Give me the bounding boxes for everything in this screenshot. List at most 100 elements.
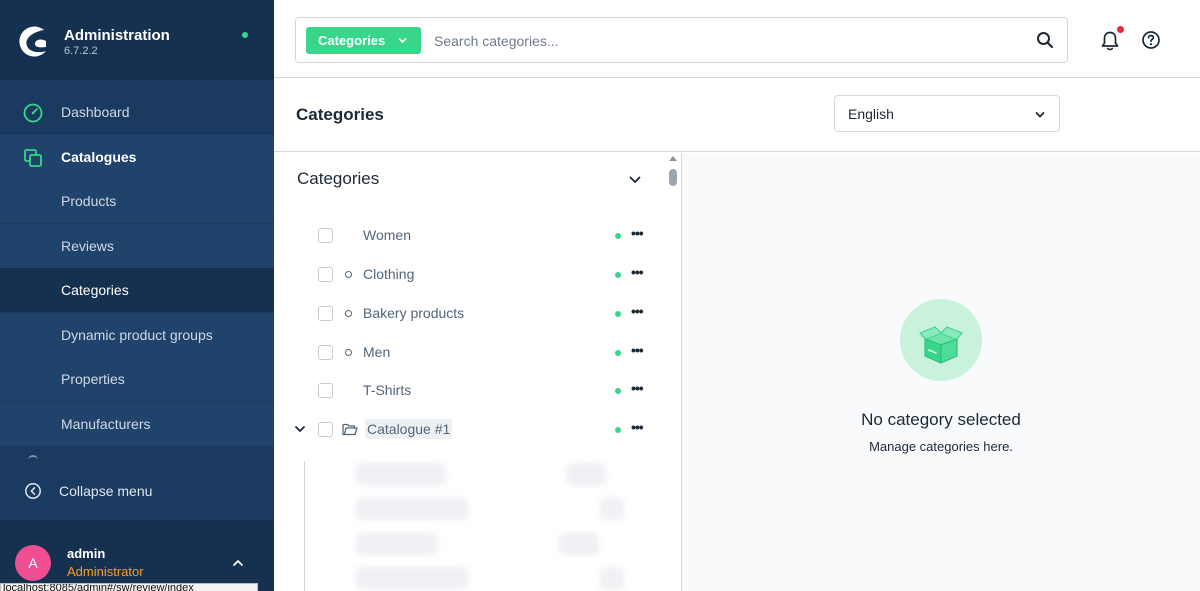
loading-placeholder bbox=[356, 567, 468, 589]
active-status-dot bbox=[615, 311, 621, 317]
tree-item-women[interactable]: Women ••• bbox=[274, 217, 664, 255]
tree-item-label: Clothing bbox=[363, 266, 415, 282]
scroll-up-arrow[interactable] bbox=[669, 156, 677, 161]
checkbox[interactable] bbox=[318, 267, 333, 282]
more-actions-button[interactable]: ••• bbox=[631, 342, 644, 358]
top-bar: Categories bbox=[274, 0, 1200, 78]
sidebar-item-label: Manufacturers bbox=[61, 416, 151, 432]
checkbox[interactable] bbox=[318, 345, 333, 360]
more-actions-button[interactable]: ••• bbox=[631, 303, 644, 319]
search-type-selector[interactable]: Categories bbox=[306, 27, 421, 54]
sidebar-item-reviews[interactable]: Reviews bbox=[0, 224, 274, 268]
tree-item-clothing[interactable]: Clothing ••• bbox=[274, 256, 664, 294]
sidebar: Administration 6.7.2.2 Dashboard Catalog… bbox=[0, 0, 274, 591]
category-tree-title: Categories bbox=[297, 169, 380, 188]
sidebar-item-categories[interactable]: Categories bbox=[0, 268, 274, 312]
sidebar-item-manufacturers[interactable]: Manufacturers bbox=[0, 402, 274, 446]
user-name: admin bbox=[67, 546, 106, 561]
sidebar-item-label: Dashboard bbox=[61, 104, 130, 120]
next-nav-item-icon bbox=[28, 455, 38, 461]
gauge-icon bbox=[23, 103, 43, 123]
loading-placeholder bbox=[356, 463, 446, 485]
checkbox[interactable] bbox=[318, 228, 333, 243]
sidebar-item-dashboard[interactable]: Dashboard bbox=[0, 90, 274, 134]
checkbox[interactable] bbox=[318, 306, 333, 321]
more-actions-button[interactable]: ••• bbox=[631, 225, 644, 241]
user-role: Administrator bbox=[67, 564, 144, 579]
sidebar-item-label: Catalogues bbox=[61, 149, 137, 165]
sidebar-item-label: Products bbox=[61, 193, 117, 209]
tree-guide-line bbox=[304, 461, 305, 591]
sidebar-item-label: Dynamic product groups bbox=[61, 327, 213, 343]
collapse-icon bbox=[25, 483, 41, 499]
sidebar-item-label: Reviews bbox=[61, 238, 114, 254]
category-tree-panel: Categories Women ••• Clothing ••• Bakery… bbox=[274, 153, 682, 591]
loading-placeholder bbox=[356, 498, 468, 520]
search-input[interactable] bbox=[434, 27, 1014, 54]
language-select-value: English bbox=[848, 105, 894, 122]
tree-item-label: Catalogue #1 bbox=[365, 419, 453, 439]
folder-open-icon bbox=[342, 423, 358, 436]
help-icon[interactable] bbox=[1141, 30, 1161, 50]
chevron-down-icon[interactable] bbox=[628, 173, 642, 187]
sidebar-item-catalogues[interactable]: Catalogues bbox=[0, 135, 274, 179]
tree-item-catalogue-1[interactable]: Catalogue #1 ••• bbox=[274, 411, 664, 449]
app-title: Administration bbox=[64, 27, 170, 44]
loading-placeholder bbox=[600, 498, 624, 520]
tree-item-bakery-products[interactable]: Bakery products ••• bbox=[274, 295, 664, 333]
box-icon bbox=[919, 326, 963, 364]
sidebar-item-label: Categories bbox=[61, 282, 129, 298]
page-header: Categories English bbox=[274, 79, 1200, 152]
more-actions-button[interactable]: ••• bbox=[631, 264, 644, 280]
tree-item-label: Bakery products bbox=[363, 305, 465, 321]
loading-placeholder bbox=[356, 533, 438, 555]
loading-placeholder bbox=[600, 567, 624, 589]
checkbox[interactable] bbox=[318, 383, 333, 398]
empty-state-title: No category selected bbox=[861, 410, 1021, 429]
chevron-down-icon[interactable] bbox=[294, 423, 306, 435]
bullet-icon bbox=[345, 310, 352, 317]
checkbox[interactable] bbox=[318, 422, 333, 437]
scrollbar-thumb[interactable] bbox=[669, 169, 677, 186]
search-type-label: Categories bbox=[318, 33, 386, 48]
status-indicator bbox=[242, 32, 248, 38]
sidebar-item-products[interactable]: Products bbox=[0, 179, 274, 223]
search-icon[interactable] bbox=[1035, 30, 1055, 50]
chevron-down-icon bbox=[1035, 112, 1045, 118]
active-status-dot bbox=[615, 350, 621, 356]
category-detail-empty-state: No category selected Manage categories h… bbox=[682, 153, 1200, 591]
loading-placeholder bbox=[566, 463, 606, 485]
page-title: Categories bbox=[296, 105, 384, 124]
sidebar-item-properties[interactable]: Properties bbox=[0, 357, 274, 401]
more-actions-button[interactable]: ••• bbox=[631, 380, 644, 396]
collapse-menu-label: Collapse menu bbox=[59, 483, 153, 499]
user-menu[interactable]: A admin Administrator bbox=[0, 520, 274, 591]
tree-item-label: Women bbox=[363, 227, 411, 243]
sidebar-item-label: Properties bbox=[61, 371, 125, 387]
sidebar-item-dynamic-product-groups[interactable]: Dynamic product groups bbox=[0, 313, 274, 357]
chevron-down-icon bbox=[398, 38, 407, 43]
empty-state-subtitle: Manage categories here. bbox=[869, 439, 1013, 454]
tree-item-t-shirts[interactable]: T-Shirts ••• bbox=[274, 372, 664, 410]
bullet-icon bbox=[345, 349, 352, 356]
bullet-icon bbox=[345, 271, 352, 278]
app-version: 6.7.2.2 bbox=[64, 45, 98, 57]
language-select[interactable]: English bbox=[834, 95, 1060, 132]
loading-placeholder bbox=[559, 533, 599, 555]
tree-item-label: Men bbox=[363, 344, 391, 360]
catalogues-icon bbox=[24, 149, 42, 167]
tree-item-men[interactable]: Men ••• bbox=[274, 334, 664, 372]
active-status-dot bbox=[615, 427, 621, 433]
more-actions-button[interactable]: ••• bbox=[631, 419, 644, 435]
sidebar-header: Administration 6.7.2.2 bbox=[0, 0, 274, 80]
global-search: Categories bbox=[295, 17, 1068, 63]
tree-item-label: T-Shirts bbox=[363, 382, 412, 398]
status-bar-url: localhost:8085/admin#/sw/review/index bbox=[0, 583, 258, 591]
active-status-dot bbox=[615, 233, 621, 239]
collapse-menu-button[interactable]: Collapse menu bbox=[0, 466, 274, 516]
shopware-logo-icon[interactable] bbox=[16, 24, 50, 58]
notification-badge bbox=[1117, 26, 1124, 33]
avatar: A bbox=[15, 545, 51, 581]
chevron-up-icon[interactable] bbox=[232, 557, 244, 569]
notification-bell-icon[interactable] bbox=[1100, 30, 1120, 52]
